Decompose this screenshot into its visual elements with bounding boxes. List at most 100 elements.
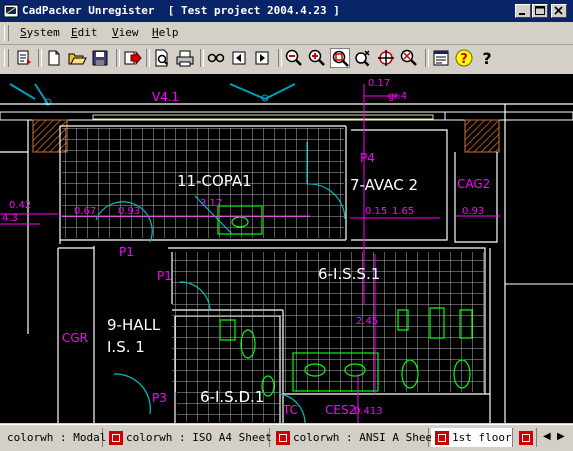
tab-label: colorwh : ANSI A Sheet — [293, 431, 439, 444]
maximize-button[interactable] — [532, 4, 548, 18]
dim-093a: 0.93 — [118, 206, 140, 217]
label-p1b: P1 — [157, 269, 172, 283]
tab-ansi-a[interactable]: colorwh : ANSI A Sheet — [272, 428, 439, 447]
minimize-button[interactable] — [515, 4, 531, 18]
tab-label: colorwh : ISO A4 Sheet — [126, 431, 272, 444]
label-p1a: P1 — [119, 245, 134, 259]
tab-overflow[interactable] — [515, 428, 537, 447]
help-context-icon: ? — [455, 49, 473, 67]
pan-button[interactable] — [376, 48, 396, 68]
toolbar-grip — [4, 49, 9, 67]
top-wall — [0, 111, 573, 121]
dim-245: 2.45 — [356, 316, 378, 327]
dim-165: 1.65 — [392, 206, 414, 217]
label-copa: 11-COPA1 — [177, 172, 252, 190]
label-hall-2: I.S. 1 — [107, 338, 145, 356]
next-page-button[interactable] — [252, 48, 272, 68]
menu-view[interactable]: View — [112, 26, 139, 39]
export-icon — [124, 50, 142, 66]
new-file-icon — [48, 50, 60, 66]
label-p4: P4 — [360, 151, 375, 165]
tab-label: 1st floor — [452, 431, 512, 444]
menubar-grip — [4, 25, 9, 41]
first-page-button[interactable] — [206, 48, 226, 68]
previous-page-button[interactable] — [229, 48, 249, 68]
print-button[interactable] — [175, 48, 195, 68]
tab-1st-floor[interactable]: 1st floor — [431, 428, 513, 447]
label-gr4: gr.4 — [388, 91, 407, 102]
zoom-in-icon — [308, 49, 325, 66]
sheet-icon — [435, 431, 449, 445]
previous-page-icon — [232, 51, 246, 65]
sheet-icon — [519, 431, 533, 445]
next-page-icon — [255, 51, 269, 65]
minimize-icon — [519, 13, 525, 15]
save-button[interactable] — [90, 48, 110, 68]
properties-icon — [433, 50, 449, 66]
dim-093b: 0.93 — [462, 206, 484, 217]
zoom-in-button[interactable] — [307, 48, 327, 68]
menu-edit[interactable]: Edit — [71, 26, 98, 39]
print-preview-button[interactable] — [152, 48, 172, 68]
import-icon — [17, 50, 31, 65]
label-iss: 6-I.S.S.1 — [318, 265, 380, 283]
first-page-icon — [207, 53, 225, 63]
dim-015: 0.15 — [365, 206, 387, 217]
pan-icon — [378, 50, 394, 66]
tab-modal[interactable]: colorwh : Modal — [3, 428, 107, 447]
menu-system[interactable]: System — [20, 26, 60, 39]
cad-app-icon — [3, 4, 19, 18]
open-folder-icon — [68, 53, 87, 65]
label-cgr: CGR — [62, 331, 88, 345]
menu-bar: System Edit View Help — [0, 22, 573, 45]
import-button[interactable] — [14, 48, 34, 68]
floor-plan: 11-COPA1 7-AVAC 2 CAG2 6-I.S.S.1 9-HALL … — [0, 78, 573, 423]
zoom-out-icon — [285, 49, 302, 66]
properties-button[interactable] — [431, 48, 451, 68]
scroll-left-icon[interactable]: ◀ — [543, 431, 551, 442]
label-ces: CES2 — [325, 403, 356, 417]
dim-042: 0.42 — [9, 200, 31, 211]
zoom-window-button[interactable] — [330, 48, 350, 68]
dim-43: 4.3 — [2, 213, 18, 224]
sheet-icon — [109, 431, 123, 445]
maximize-icon — [535, 6, 545, 15]
close-icon — [554, 6, 563, 15]
sheet-tabs: colorwh : Modal colorwh : ISO A4 Sheet c… — [0, 424, 573, 451]
print-icon — [176, 50, 194, 67]
dim-067: 0.67 — [74, 206, 96, 217]
svg-text:?: ? — [460, 52, 468, 67]
zoom-extents-button[interactable] — [399, 48, 419, 68]
title-bar: CadPacker Unregister [ Test project 2004… — [0, 0, 573, 22]
sheet-icon — [276, 431, 290, 445]
about-icon: ? — [482, 49, 491, 68]
toolbar: ? ? — [0, 45, 573, 73]
print-preview-icon — [155, 49, 169, 67]
label-isd: 6-I.S.D.1 — [200, 388, 264, 406]
tab-iso-a4[interactable]: colorwh : ISO A4 Sheet — [105, 428, 272, 447]
column-left — [32, 119, 68, 153]
tiles-isd — [177, 318, 279, 422]
scroll-right-icon[interactable]: ▶ — [557, 431, 565, 442]
column-right — [464, 119, 500, 153]
zoom-window-icon — [332, 50, 349, 67]
drawing-canvas[interactable]: 11-COPA1 7-AVAC 2 CAG2 6-I.S.S.1 9-HALL … — [0, 74, 573, 423]
help-context-button[interactable]: ? — [454, 48, 474, 68]
about-button[interactable]: ? — [477, 48, 497, 68]
menu-help[interactable]: Help — [152, 26, 179, 39]
label-v41: V4.1 — [152, 90, 179, 104]
open-folder-button[interactable] — [67, 48, 87, 68]
zoom-out-button[interactable] — [284, 48, 304, 68]
window-title: CadPacker Unregister [ Test project 2004… — [22, 4, 340, 17]
close-button[interactable] — [551, 4, 567, 18]
new-file-button[interactable] — [44, 48, 64, 68]
svg-text:?: ? — [482, 49, 491, 68]
export-button[interactable] — [122, 48, 142, 68]
zoom-extents-icon — [400, 49, 417, 66]
tab-label: colorwh : Modal — [7, 431, 107, 444]
zoom-realtime-button[interactable] — [353, 48, 373, 68]
dim-317: 3.17 — [200, 198, 222, 209]
zoom-realtime-icon — [355, 50, 370, 67]
label-tc: TC — [282, 403, 298, 417]
dim-0413: 0.413 — [354, 406, 383, 417]
